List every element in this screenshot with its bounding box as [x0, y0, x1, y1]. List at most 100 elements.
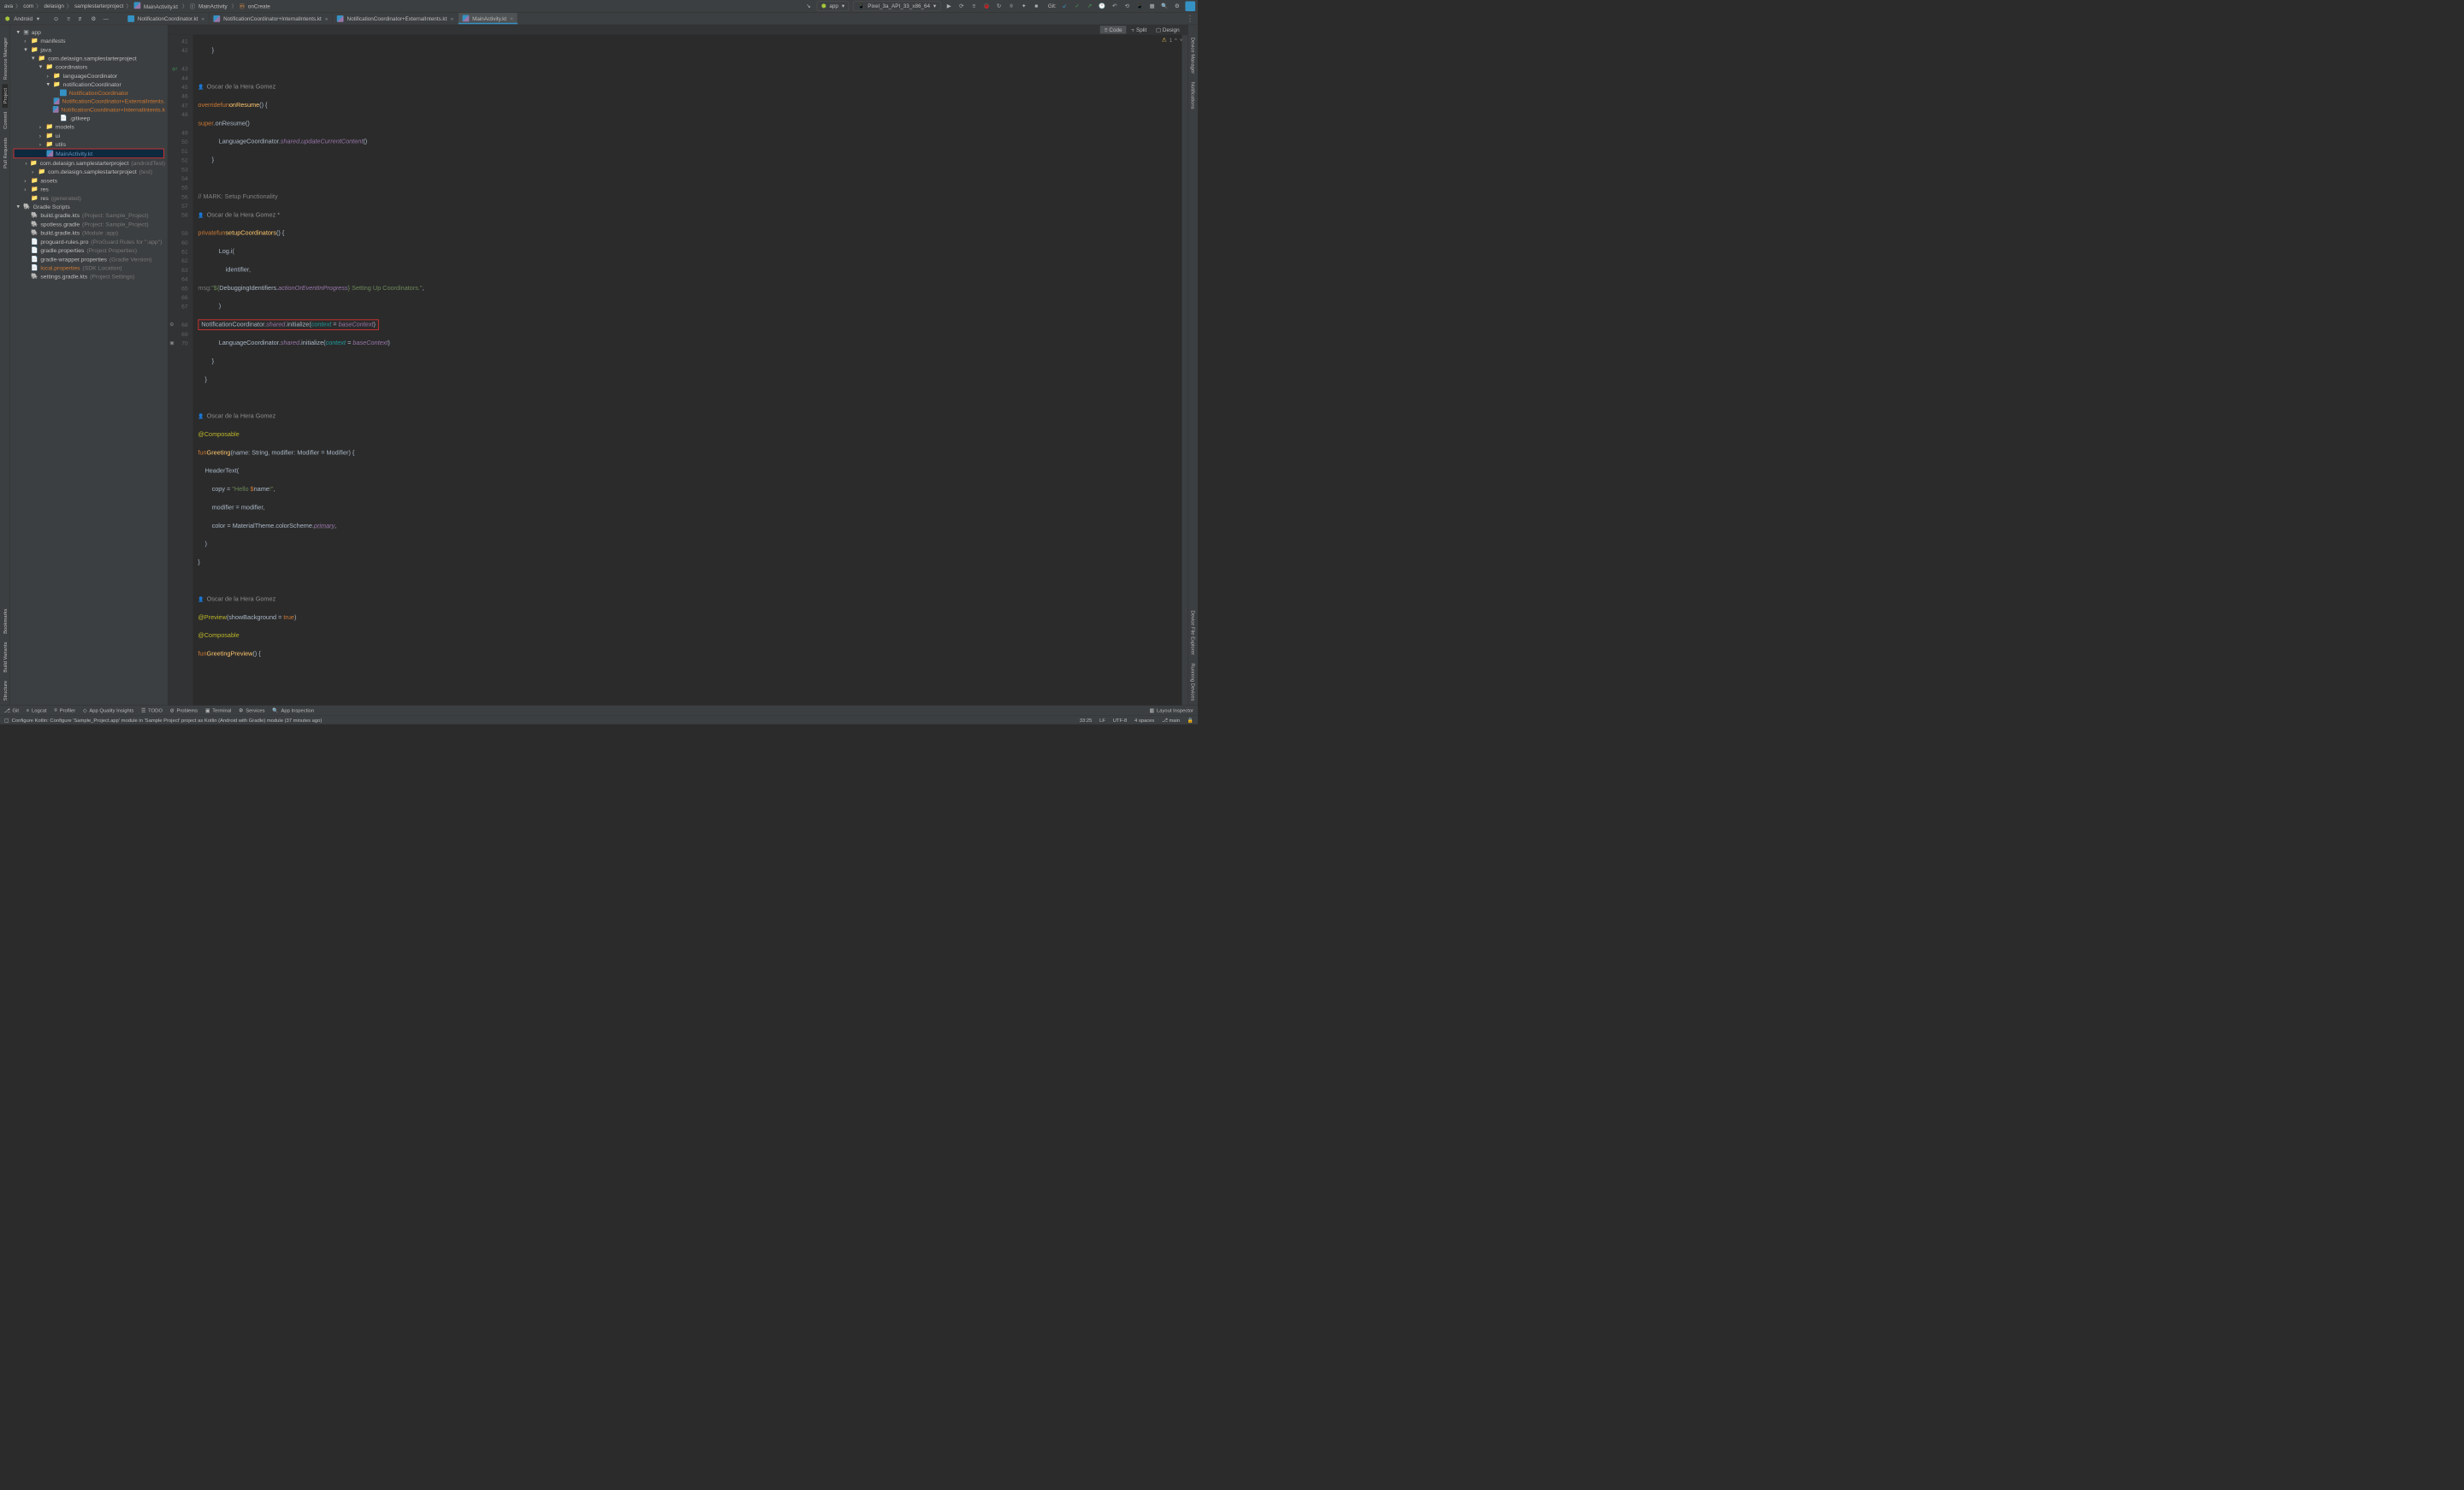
- close-icon[interactable]: ×: [325, 15, 329, 22]
- device-icon[interactable]: 📱: [1135, 2, 1144, 10]
- tree-item[interactable]: 📄local.properties (SDK Location): [10, 263, 168, 272]
- split-mode-button[interactable]: ⫟ Split: [1127, 26, 1151, 34]
- layout-inspector-button[interactable]: ▦ Layout Inspector: [1150, 707, 1194, 713]
- pull-requests-tab[interactable]: Pull Requests: [2, 133, 8, 173]
- git-tool-button[interactable]: ⎇ Git: [4, 707, 19, 713]
- avd-icon[interactable]: ▦: [1148, 2, 1157, 10]
- coverage-icon[interactable]: ↻: [995, 2, 1004, 10]
- editor-tab[interactable]: NotificationCoordinator.kt×: [123, 13, 209, 24]
- code-editor[interactable]: ⚠ 1 ^˅ 41 42 o↑43 44 45 46 47 48 49 50: [168, 35, 1188, 706]
- close-icon[interactable]: ×: [510, 15, 513, 21]
- device-manager-tab[interactable]: Device Manager: [1190, 33, 1196, 78]
- project-view-selector[interactable]: ⬢ Android ▾ ⊙ ≡ ≢ ⚙ —: [0, 15, 116, 23]
- tree-item[interactable]: ›📁models: [10, 122, 168, 131]
- tree-item[interactable]: ▾📁java: [10, 44, 168, 53]
- gutter[interactable]: 41 42 o↑43 44 45 46 47 48 49 50 51 52 53…: [168, 35, 192, 706]
- editor-tab-active[interactable]: MainActivity.kt×: [459, 13, 518, 24]
- override-gutter-icon[interactable]: o↑: [172, 64, 178, 74]
- tree-item[interactable]: 📄proguard-rules.pro (ProGuard Rules for …: [10, 237, 168, 245]
- tree-item[interactable]: ›📁languageCoordinator: [10, 71, 168, 80]
- profiler-button[interactable]: ⌾ Profiler: [54, 707, 75, 713]
- breadcrumb-item[interactable]: delasign: [42, 3, 65, 9]
- agp-upgrade-icon[interactable]: ✦: [1020, 2, 1028, 10]
- undo-icon[interactable]: ↶: [1111, 2, 1119, 10]
- line-separator[interactable]: LF: [1099, 717, 1105, 723]
- tree-item[interactable]: 🐘build.gradle.kts (Project: Sample_Proje…: [10, 210, 168, 219]
- project-tab[interactable]: Project: [2, 84, 8, 108]
- tree-item[interactable]: ›📁manifests: [10, 36, 168, 44]
- tree-item[interactable]: ›📁com.delasign.samplestarterproject (and…: [10, 158, 168, 167]
- tree-item[interactable]: 📁res (generated): [10, 193, 168, 202]
- attach-icon[interactable]: ⟳: [957, 2, 966, 10]
- editor-scrollbar[interactable]: [1182, 35, 1188, 706]
- settings-icon[interactable]: ⚙: [1173, 2, 1182, 10]
- hide-icon[interactable]: —: [102, 15, 110, 23]
- tab-menu-icon[interactable]: ⋮: [1182, 15, 1197, 23]
- bookmarks-tab[interactable]: Bookmarks: [2, 605, 8, 638]
- gear-gutter-icon[interactable]: ⚙: [169, 320, 174, 329]
- tree-item[interactable]: ›📁assets: [10, 176, 168, 185]
- close-icon[interactable]: ×: [201, 15, 204, 22]
- close-icon[interactable]: ×: [450, 15, 453, 22]
- tree-item[interactable]: ›📁utils: [10, 139, 168, 148]
- commit-tab[interactable]: Commit: [2, 108, 8, 133]
- breadcrumb-item[interactable]: com: [21, 3, 35, 9]
- tree-item[interactable]: ▾📁coordinators: [10, 62, 168, 71]
- todo-button[interactable]: ☰ TODO: [141, 707, 163, 713]
- status-message[interactable]: Configure Kotlin: Configure 'Sample_Proj…: [12, 717, 323, 723]
- tree-item[interactable]: NotificationCoordinator+ExternalIntents.: [10, 97, 168, 105]
- nav-back-icon[interactable]: ↘: [804, 2, 813, 10]
- lock-icon[interactable]: 🔒: [1188, 717, 1194, 723]
- structure-tab[interactable]: Structure: [2, 677, 8, 705]
- tree-item[interactable]: ▾📁notificationCoordinator: [10, 80, 168, 88]
- editor-tab[interactable]: NotificationCoordinator+InternalIntents.…: [210, 13, 333, 24]
- run-gutter-icon[interactable]: ▣: [169, 339, 174, 348]
- inspection-widget[interactable]: ⚠ 1 ^˅: [1162, 37, 1183, 44]
- tree-item[interactable]: NotificationCoordinator: [10, 89, 168, 98]
- editor-tab[interactable]: NotificationCoordinator+ExternalIntents.…: [333, 13, 459, 24]
- notifications-tab[interactable]: Notifications: [1190, 78, 1196, 114]
- terminal-button[interactable]: ▣ Terminal: [205, 707, 231, 713]
- tree-item[interactable]: ▾🐘Gradle Scripts: [10, 202, 168, 210]
- git-push-icon[interactable]: ↗: [1086, 2, 1094, 10]
- project-tree[interactable]: ▾▣app ›📁manifests ▾📁java ▾📁com.delasign.…: [10, 25, 169, 705]
- avatar[interactable]: [1185, 1, 1195, 11]
- tree-item[interactable]: ›📁ui: [10, 131, 168, 139]
- resource-manager-tab[interactable]: Resource Manager: [2, 33, 8, 84]
- breadcrumb-item[interactable]: ⓜ onCreate: [238, 2, 274, 9]
- breadcrumb-item[interactable]: ava: [3, 3, 15, 9]
- code-mode-button[interactable]: ≡ Code: [1100, 26, 1126, 33]
- design-mode-button[interactable]: ▢ Design: [1152, 26, 1183, 34]
- step-icon[interactable]: ≡: [969, 2, 978, 10]
- problems-button[interactable]: ⊘ Problems: [170, 707, 198, 713]
- breadcrumb-item[interactable]: samplestarterproject: [73, 3, 125, 9]
- search-icon[interactable]: 🔍: [1160, 2, 1169, 10]
- tree-item[interactable]: 🐘build.gradle.kts (Module :app): [10, 228, 168, 237]
- breadcrumb-item[interactable]: MainActivity.kt: [132, 2, 181, 9]
- git-commit-icon[interactable]: ✓: [1073, 2, 1081, 10]
- cursor-position[interactable]: 33:25: [1080, 717, 1093, 723]
- debug-icon[interactable]: 🐞: [982, 2, 991, 10]
- git-pull-icon[interactable]: ↙: [1061, 2, 1069, 10]
- tree-item[interactable]: ▾▣app: [10, 27, 168, 36]
- app-inspection-button[interactable]: 🔍 App Inspection: [272, 707, 314, 713]
- services-button[interactable]: ⚙ Services: [239, 707, 265, 713]
- locate-icon[interactable]: ⊙: [52, 15, 61, 23]
- collapse-icon[interactable]: ≢: [77, 15, 86, 23]
- stop-button[interactable]: ■: [1032, 2, 1040, 10]
- indent-setting[interactable]: 4 spaces: [1134, 717, 1154, 723]
- file-encoding[interactable]: UTF-8: [1113, 717, 1128, 723]
- gear-icon[interactable]: ⚙: [89, 15, 98, 23]
- tree-item[interactable]: 📄.gitkeep: [10, 114, 168, 122]
- run-config-selector[interactable]: ⬢ app ▾: [817, 1, 850, 11]
- sync-icon[interactable]: ⟲: [1122, 2, 1131, 10]
- breadcrumb-item[interactable]: ⓒ MainActivity: [188, 2, 231, 9]
- running-devices-tab[interactable]: Running Devices: [1190, 659, 1196, 706]
- tree-item[interactable]: ▾📁com.delasign.samplestarterproject: [10, 54, 168, 62]
- tree-item[interactable]: ›📁com.delasign.samplestarterproject (tes…: [10, 167, 168, 175]
- device-selector[interactable]: 📱 Pixel_3a_API_33_x86_64 ▾: [853, 1, 940, 11]
- tree-item[interactable]: NotificationCoordinator+InternalIntents.…: [10, 105, 168, 114]
- tool-window-icon[interactable]: ▢: [4, 717, 9, 723]
- history-icon[interactable]: 🕐: [1098, 2, 1106, 10]
- tree-item-mainactivity[interactable]: MainActivity.kt: [14, 149, 164, 159]
